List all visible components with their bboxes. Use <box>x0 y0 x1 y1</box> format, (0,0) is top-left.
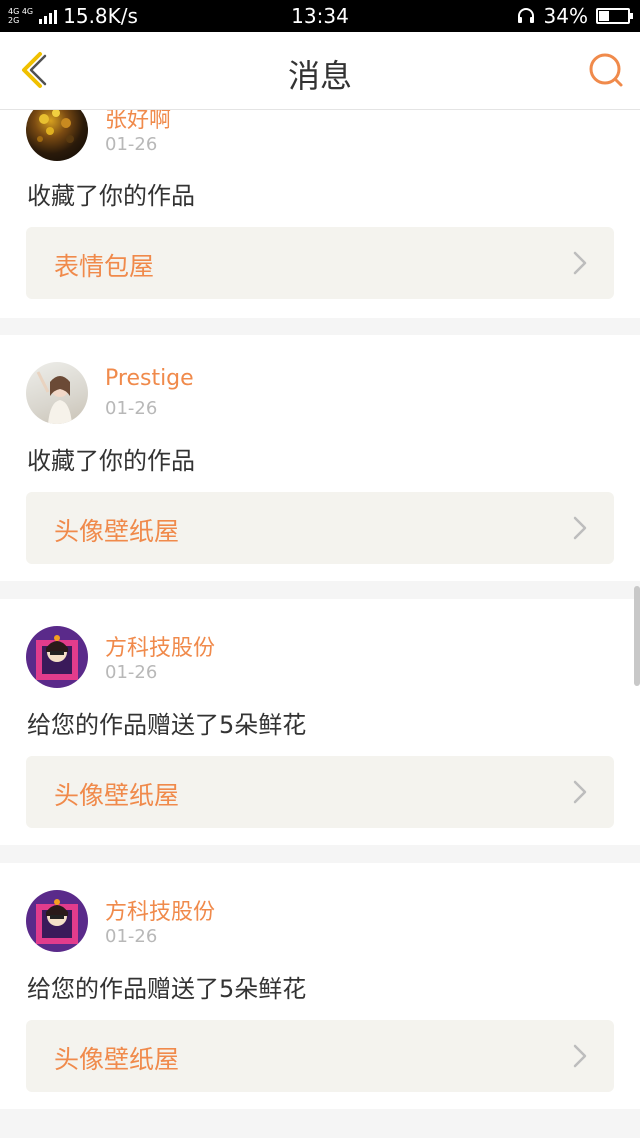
message-action: 给您的作品赠送了5朵鲜花 <box>27 711 307 739</box>
headset-icon <box>517 8 534 23</box>
message-date: 01-26 <box>105 134 158 155</box>
message-action: 给您的作品赠送了5朵鲜花 <box>27 975 307 1003</box>
status-right: 34% <box>516 4 633 28</box>
status-bar: 4G 4G 2G 15.8K/s 13:34 34% <box>0 0 640 32</box>
username[interactable]: 方科技股份 <box>105 894 215 926</box>
message-card: 方科技股份 01-26 给您的作品赠送了5朵鲜花 头像壁纸屋 <box>0 599 640 845</box>
message-date: 01-26 <box>105 398 158 419</box>
message-date: 01-26 <box>105 662 158 683</box>
avatar[interactable] <box>26 362 88 424</box>
collection-link[interactable]: 表情包屋 <box>26 227 614 299</box>
message-list[interactable]: 张好啊 01-26 收藏了你的作品 表情包屋 Prestige 01-26 收藏… <box>0 110 640 1138</box>
avatar[interactable] <box>26 626 88 688</box>
search-button[interactable] <box>586 50 626 90</box>
collection-label: 头像壁纸屋 <box>54 781 180 810</box>
avatar[interactable] <box>26 110 88 161</box>
collection-label: 表情包屋 <box>54 252 155 281</box>
chevron-right-icon <box>573 516 587 540</box>
battery-fill <box>599 11 609 21</box>
collection-link[interactable]: 头像壁纸屋 <box>26 1020 614 1092</box>
message-date: 01-26 <box>105 926 158 947</box>
collection-link[interactable]: 头像壁纸屋 <box>26 492 614 564</box>
battery-icon <box>596 8 633 24</box>
message-card: Prestige 01-26 收藏了你的作品 头像壁纸屋 <box>0 335 640 581</box>
back-button[interactable] <box>14 50 54 90</box>
scrollbar[interactable] <box>634 586 640 686</box>
page-title: 消息 <box>287 57 352 95</box>
message-card: 方科技股份 01-26 给您的作品赠送了5朵鲜花 头像壁纸屋 <box>0 863 640 1109</box>
collection-label: 头像壁纸屋 <box>54 1045 180 1074</box>
collection-label: 头像壁纸屋 <box>54 517 180 546</box>
chevron-right-icon <box>573 251 587 275</box>
avatar[interactable] <box>26 890 88 952</box>
collection-link[interactable]: 头像壁纸屋 <box>26 756 614 828</box>
username[interactable]: 方科技股份 <box>105 630 215 662</box>
nav-bar: 消息 <box>0 32 640 110</box>
username[interactable]: Prestige <box>105 366 194 391</box>
message-action: 收藏了你的作品 <box>27 182 195 210</box>
message-card: 张好啊 01-26 收藏了你的作品 表情包屋 <box>0 110 640 318</box>
chevron-right-icon <box>573 780 587 804</box>
chevron-right-icon <box>573 1044 587 1068</box>
message-action: 收藏了你的作品 <box>27 447 195 475</box>
username[interactable]: 张好啊 <box>105 110 171 134</box>
battery-percent: 34% <box>543 4 588 28</box>
